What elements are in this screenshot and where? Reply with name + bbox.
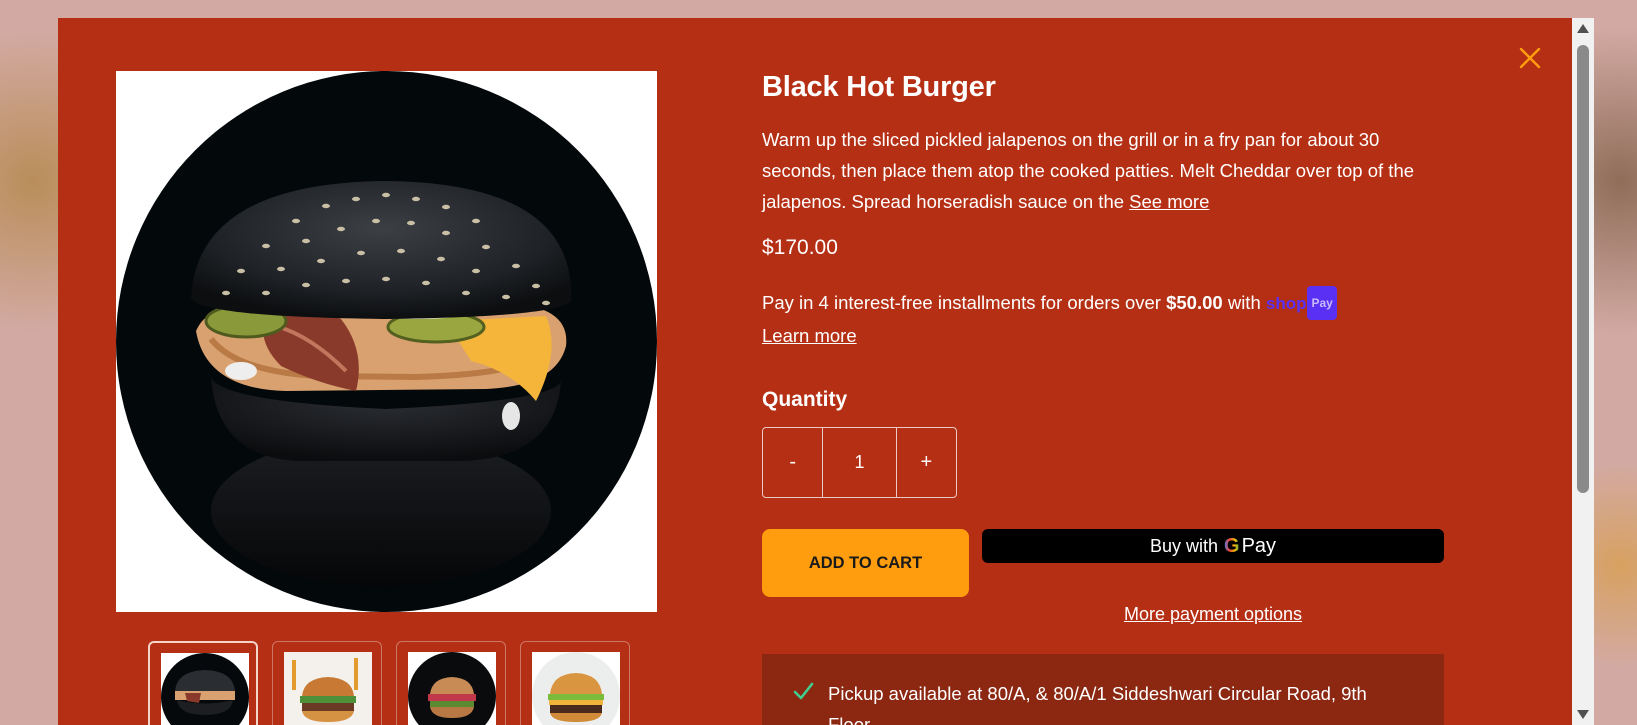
google-pay-label: Pay xyxy=(1241,534,1277,557)
check-icon xyxy=(792,680,814,702)
product-main-image[interactable] xyxy=(116,71,657,612)
thumbnail-image xyxy=(532,652,620,725)
pickup-availability: Pickup available at 80/A, & 80/A/1 Sidde… xyxy=(762,654,1444,725)
more-payment-options-link[interactable]: More payment options xyxy=(982,604,1444,625)
installments-with: with xyxy=(1222,292,1266,313)
close-icon xyxy=(1519,47,1541,69)
thumbnail-3-burger-dark[interactable] xyxy=(396,641,506,725)
product-quick-view-modal: Black Hot Burger Warm up the sliced pick… xyxy=(58,18,1572,725)
add-to-cart-button[interactable]: ADD TO CART xyxy=(762,529,969,597)
installments-text: Pay in 4 interest-free installments for … xyxy=(762,292,1167,313)
quantity-stepper: - 1 + xyxy=(762,427,957,498)
installments-message: Pay in 4 interest-free installments for … xyxy=(762,286,1422,352)
quantity-label: Quantity xyxy=(762,388,848,411)
description-text: Warm up the sliced pickled jalapenos on … xyxy=(762,129,1415,212)
thumbnail-image xyxy=(284,652,372,725)
product-price: $170.00 xyxy=(762,236,838,259)
shop-pay-shop: shop xyxy=(1265,294,1307,313)
thumbnail-image xyxy=(161,653,249,725)
shop-pay-pay: Pay xyxy=(1307,286,1337,320)
product-description: Warm up the sliced pickled jalapenos on … xyxy=(762,124,1422,217)
buy-with-google-pay-button[interactable]: Buy with G Pay xyxy=(982,529,1444,563)
thumbnail-strip xyxy=(148,641,630,725)
quantity-decrement-button[interactable]: - xyxy=(763,428,822,497)
vertical-scrollbar[interactable] xyxy=(1572,18,1594,725)
thumbnail-image xyxy=(408,652,496,725)
scrollbar-thumb[interactable] xyxy=(1577,45,1589,493)
scroll-down-arrow-icon[interactable] xyxy=(1577,710,1589,719)
product-title: Black Hot Burger xyxy=(762,71,996,103)
thumbnail-1-black-burger[interactable] xyxy=(148,641,258,725)
see-more-link[interactable]: See more xyxy=(1129,191,1209,212)
learn-more-link[interactable]: Learn more xyxy=(762,325,857,346)
black-burger-image xyxy=(116,71,657,612)
google-g-icon: G xyxy=(1224,534,1240,557)
thumbnail-4-classic-burger[interactable] xyxy=(520,641,630,725)
scroll-up-arrow-icon[interactable] xyxy=(1577,24,1589,33)
buy-with-label: Buy with xyxy=(1149,535,1218,556)
pickup-text: Pickup available at 80/A, & 80/A/1 Sidde… xyxy=(828,683,1367,725)
quantity-increment-button[interactable]: + xyxy=(897,428,956,497)
close-button[interactable] xyxy=(1516,44,1544,72)
thumbnail-2-burger-fries[interactable] xyxy=(272,641,382,725)
installments-threshold: $50.00 xyxy=(1166,292,1223,313)
quantity-input[interactable]: 1 xyxy=(822,428,897,497)
shop-pay-logo: shop Pay xyxy=(1265,286,1337,320)
